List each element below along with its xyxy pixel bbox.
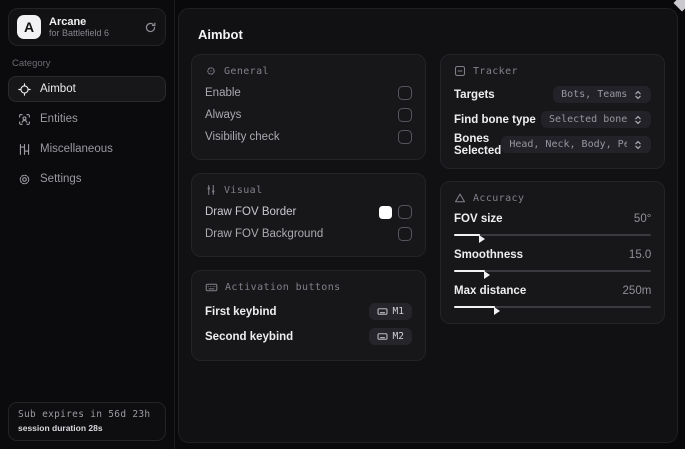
setting-label: Bones Selected bbox=[454, 132, 502, 157]
section-title: General bbox=[224, 65, 269, 77]
enable-checkbox[interactable] bbox=[398, 86, 412, 100]
sidebar-item-entities[interactable]: Entities bbox=[8, 106, 166, 132]
keyboard-icon bbox=[377, 331, 388, 342]
setting-label: Smoothness bbox=[454, 249, 524, 261]
sidebar-item-settings[interactable]: Settings bbox=[8, 166, 166, 192]
aimbot-panel: Aimbot General Enable Always Visibility … bbox=[178, 8, 679, 443]
setting-row: Draw FOV Border bbox=[205, 201, 412, 223]
keyboard-icon bbox=[205, 281, 218, 294]
slider-thumb[interactable] bbox=[478, 235, 485, 243]
accuracy-card: Accuracy FOV size 50° Smoothness 15.0 Ma… bbox=[440, 181, 666, 324]
sidebar-item-label: Aimbot bbox=[40, 83, 76, 95]
sidebar-item-aimbot[interactable]: Aimbot bbox=[8, 76, 166, 102]
sidebar-nav: Aimbot Entities Miscellaneous Settings bbox=[8, 76, 166, 192]
page-title: Aimbot bbox=[198, 27, 243, 42]
minus-square-icon bbox=[454, 65, 466, 77]
main-area: Aimbot General Enable Always Visibility … bbox=[175, 0, 685, 449]
setting-row: Visibility check bbox=[205, 126, 412, 148]
max-distance-slider[interactable] bbox=[454, 302, 652, 315]
refresh-icon[interactable] bbox=[144, 21, 157, 34]
setting-label: Find bone type bbox=[454, 113, 536, 126]
sidebar-item-miscellaneous[interactable]: Miscellaneous bbox=[8, 136, 166, 162]
chevron-up-down-icon bbox=[633, 115, 643, 125]
crosshair-icon bbox=[18, 82, 31, 96]
slider-value: 15.0 bbox=[628, 249, 652, 261]
fov-size-group: FOV size 50° bbox=[454, 211, 652, 243]
chevron-up-down-icon bbox=[633, 90, 643, 100]
visual-card: Visual Draw FOV Border Draw FOV Backgrou… bbox=[191, 173, 426, 257]
sliders-icon bbox=[205, 184, 217, 196]
category-label: Category bbox=[12, 58, 51, 69]
entities-icon bbox=[18, 113, 31, 126]
visibility-check-checkbox[interactable] bbox=[398, 130, 412, 144]
dropdown-value: Bots, Teams bbox=[561, 89, 628, 100]
subscription-info: Sub expires in 56d 23h session duration … bbox=[8, 402, 166, 441]
app-logo: A bbox=[17, 15, 41, 39]
dropdown-value: Selected bone bbox=[549, 114, 628, 125]
sub-expiry-text: Sub expires in 56d 23h bbox=[18, 409, 151, 420]
setting-label: Enable bbox=[205, 87, 241, 99]
setting-row: First keybind M1 bbox=[205, 299, 412, 324]
setting-row: Find bone type Selected bone bbox=[454, 107, 652, 132]
app-name: Arcane bbox=[49, 15, 87, 28]
slider-value: 250m bbox=[622, 285, 652, 297]
bones-selected-dropdown[interactable]: Head, Neck, Body, Pe.. bbox=[501, 136, 652, 153]
sidebar-item-label: Settings bbox=[40, 173, 82, 185]
targets-dropdown[interactable]: Bots, Teams bbox=[553, 86, 652, 103]
smoothness-slider[interactable] bbox=[454, 266, 652, 279]
app-subtitle: for Battlefield 6 bbox=[49, 28, 110, 39]
section-title: Visual bbox=[224, 184, 263, 196]
setting-label: FOV size bbox=[454, 213, 503, 225]
gear-icon bbox=[18, 173, 31, 186]
first-keybind-button[interactable]: M1 bbox=[368, 303, 412, 320]
setting-label: Visibility check bbox=[205, 131, 280, 143]
section-title: Accuracy bbox=[473, 192, 525, 204]
fov-size-slider[interactable] bbox=[454, 230, 652, 243]
sidebar: A Arcane for Battlefield 6 Category Aimb… bbox=[0, 0, 175, 449]
crosshair-icon bbox=[205, 65, 217, 77]
slider-thumb[interactable] bbox=[483, 271, 490, 279]
draw-fov-background-checkbox[interactable] bbox=[398, 227, 412, 241]
sidebar-item-label: Miscellaneous bbox=[40, 143, 113, 155]
setting-row: Enable bbox=[205, 82, 412, 104]
smoothness-group: Smoothness 15.0 bbox=[454, 247, 652, 279]
general-card: General Enable Always Visibility check bbox=[191, 54, 426, 160]
setting-label: Draw FOV Border bbox=[205, 206, 297, 218]
setting-label: Draw FOV Background bbox=[205, 228, 324, 240]
setting-row: Second keybind M2 bbox=[205, 324, 412, 349]
second-keybind-button[interactable]: M2 bbox=[368, 328, 412, 345]
setting-label: Max distance bbox=[454, 285, 527, 297]
section-title: Tracker bbox=[473, 65, 518, 77]
max-distance-group: Max distance 250m bbox=[454, 283, 652, 315]
keybind-value: M1 bbox=[392, 306, 404, 317]
draw-fov-border-checkbox[interactable] bbox=[398, 205, 412, 219]
columns-icon bbox=[18, 143, 31, 156]
setting-row: Bones Selected Head, Neck, Body, Pe.. bbox=[454, 132, 652, 157]
triangle-icon bbox=[454, 192, 466, 204]
dropdown-value: Head, Neck, Body, Pe.. bbox=[509, 139, 628, 150]
keyboard-icon bbox=[377, 306, 388, 317]
setting-label: First keybind bbox=[205, 305, 277, 318]
section-title: Activation buttons bbox=[225, 282, 341, 293]
setting-row: Draw FOV Background bbox=[205, 223, 412, 245]
setting-row: Always bbox=[205, 104, 412, 126]
chevron-up-down-icon bbox=[633, 140, 643, 150]
activation-card: Activation buttons First keybind M1 Seco… bbox=[191, 270, 426, 361]
always-checkbox[interactable] bbox=[398, 108, 412, 122]
session-duration-text: session duration 28s bbox=[18, 423, 103, 433]
tracker-card: Tracker Targets Bots, Teams Find bone ty… bbox=[440, 54, 666, 169]
slider-thumb[interactable] bbox=[494, 307, 501, 315]
setting-row: Targets Bots, Teams bbox=[454, 82, 652, 107]
keybind-value: M2 bbox=[392, 331, 404, 342]
sidebar-item-label: Entities bbox=[40, 113, 78, 125]
setting-label: Always bbox=[205, 109, 242, 121]
setting-label: Targets bbox=[454, 88, 495, 101]
find-bone-type-dropdown[interactable]: Selected bone bbox=[541, 111, 652, 128]
brand-card: A Arcane for Battlefield 6 bbox=[8, 8, 166, 46]
fov-border-color-swatch[interactable] bbox=[379, 205, 392, 219]
setting-label: Second keybind bbox=[205, 330, 294, 343]
slider-value: 50° bbox=[633, 213, 652, 225]
